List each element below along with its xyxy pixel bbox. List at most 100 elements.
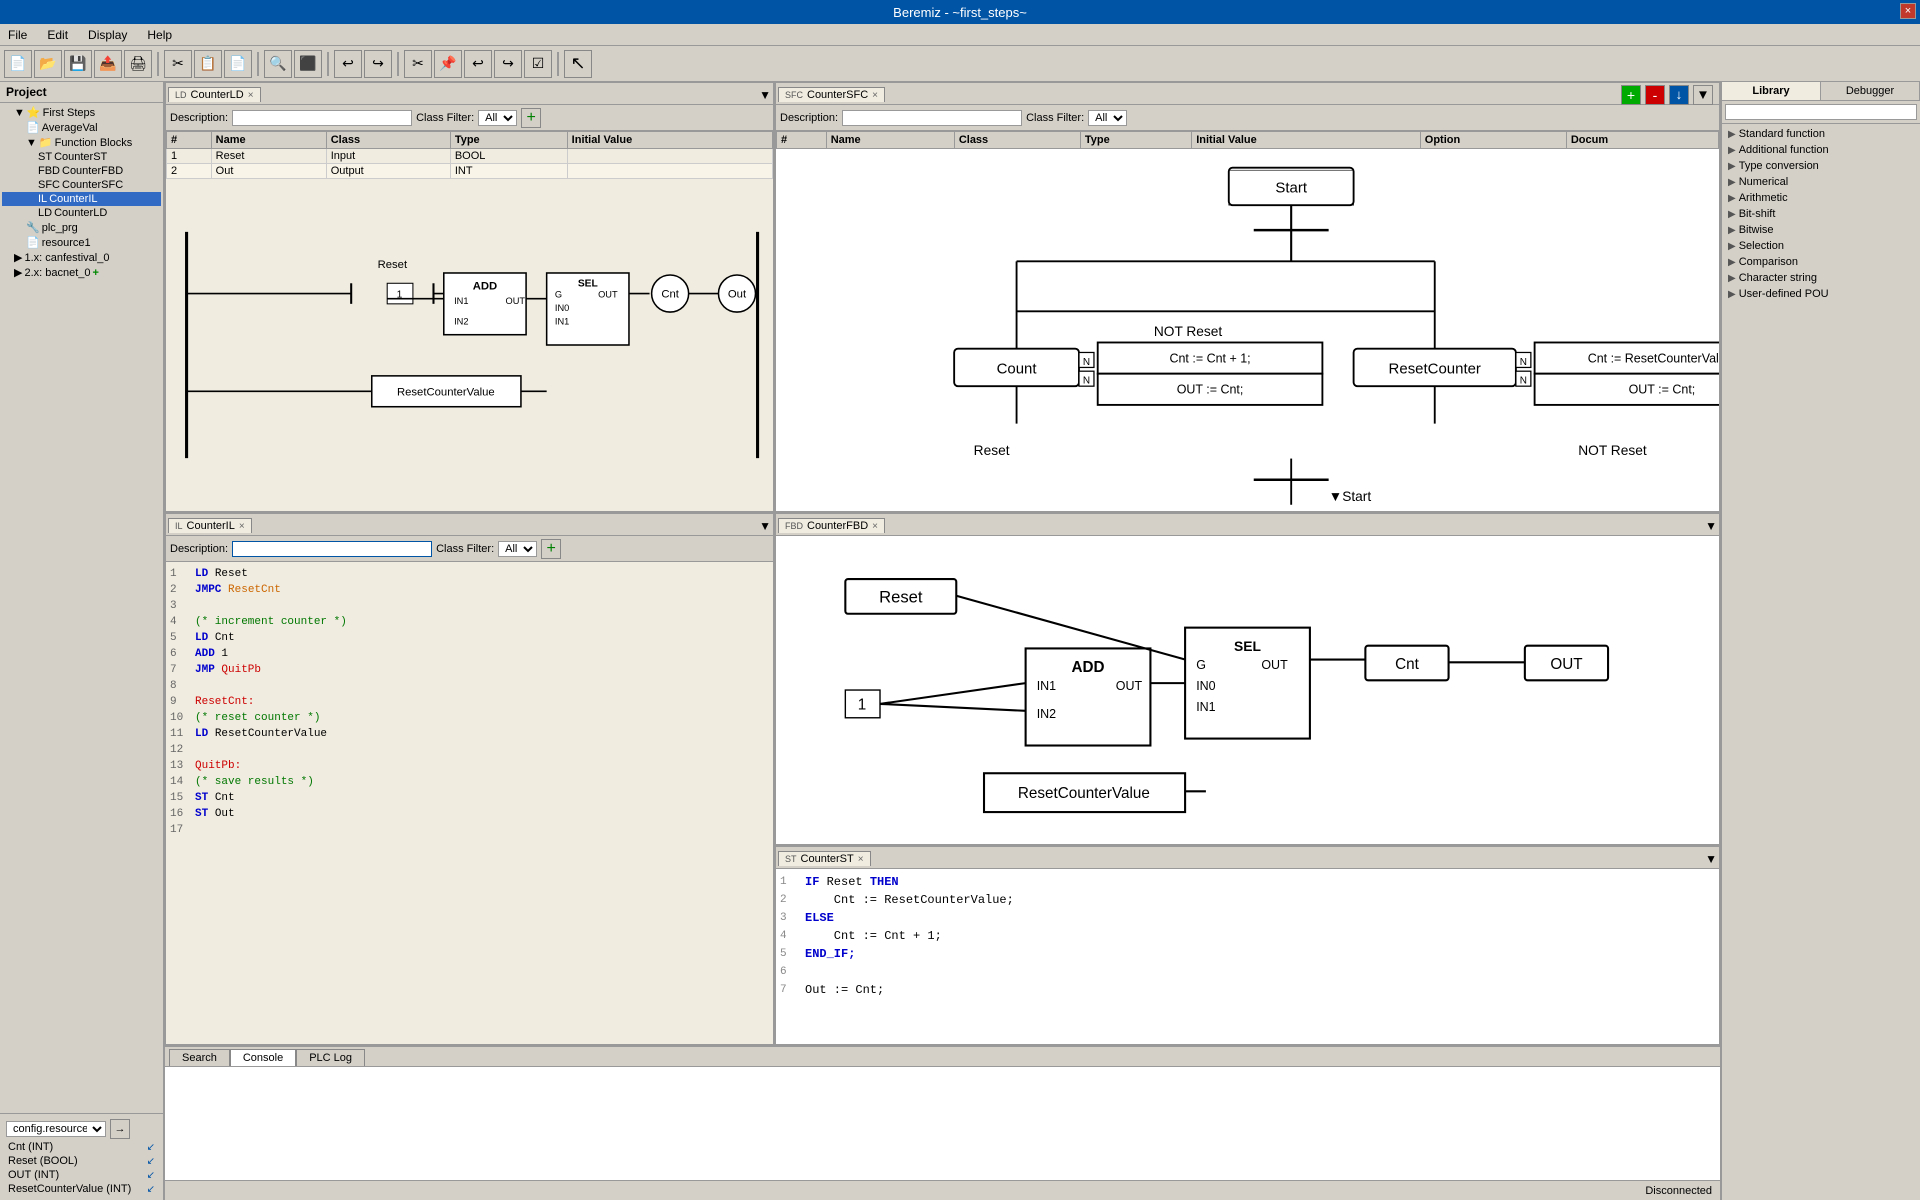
sfc-down-btn[interactable]: ↓ [1669,85,1689,105]
tab-counterld[interactable]: LD CounterLD × [168,87,261,102]
tab-plclog[interactable]: PLC Log [296,1049,365,1066]
tree-item-averageval[interactable]: 📄 AverageVal [2,120,161,135]
tab-countersfc[interactable]: SFC CounterSFC × [778,87,885,102]
sfc-add-btn[interactable]: + [1621,85,1641,105]
lib-item-comparison[interactable]: ▶ Comparison [1724,254,1918,270]
sfc-desc-input[interactable] [842,110,1022,126]
save-button[interactable]: 💾 [64,50,92,78]
tab-label-counterst: CounterST [801,853,854,865]
cursor-button[interactable]: ↖ [564,50,592,78]
paste-button[interactable]: 📄 [224,50,252,78]
lib-item-numerical[interactable]: ▶ Numerical [1724,174,1918,190]
lib-item-label: Bitwise [1739,224,1774,236]
panel-resize-btn[interactable]: ▼ [759,88,771,102]
lib-item-bitshift[interactable]: ▶ Bit-shift [1724,206,1918,222]
tab-counterfbd[interactable]: FBD CounterFBD × [778,518,885,533]
menu-file[interactable]: File [4,27,31,43]
menu-help[interactable]: Help [143,27,176,43]
menu-edit[interactable]: Edit [43,27,72,43]
tab-close-counterst[interactable]: × [858,854,864,865]
lib-item-bitwise[interactable]: ▶ Bitwise [1724,222,1918,238]
tab-search[interactable]: Search [169,1049,230,1066]
tab-label-counterfbd: CounterFBD [807,520,868,532]
st-panel-btn[interactable]: ▼ [1705,852,1717,866]
tab-counteril[interactable]: IL CounterIL × [168,518,252,533]
add-var-button[interactable]: + [521,108,541,128]
tree-label: CounterST [54,151,107,163]
zoom-button[interactable]: ⬛ [294,50,322,78]
lib-item-selection[interactable]: ▶ Selection [1724,238,1918,254]
tab-icon-sfc: SFC [785,90,803,100]
open-button[interactable]: 📂 [34,50,62,78]
tree-item-counteril[interactable]: IL CounterIL [2,192,161,206]
class-filter-select[interactable]: All [478,110,517,126]
il-editor-content[interactable]: 1LD Reset 2JMPC ResetCnt 3 4(* increment… [166,562,773,1044]
copy-button[interactable]: 📋 [194,50,222,78]
sfc-class-filter[interactable]: All [1088,110,1127,126]
titlebar: Beremiz - ~first_steps~ × [0,0,1920,24]
new-button[interactable]: 📄 [4,50,32,78]
lib-item-standard[interactable]: ▶ Standard function [1724,126,1918,142]
lib-item-arithmetic[interactable]: ▶ Arithmetic [1724,190,1918,206]
il-desc-input[interactable] [232,541,432,557]
close-button[interactable]: × [1900,3,1916,19]
pin-button[interactable]: 📌 [434,50,462,78]
il-class-filter[interactable]: All [498,541,537,557]
st-editor-content[interactable]: 1 IF Reset THEN 2 Cnt := ResetCounterVal… [776,869,1719,1044]
tree-item-firststeps[interactable]: ▼ ⭐ First Steps [2,105,161,120]
sfc-collapse-btn[interactable]: ▼ [1693,85,1713,105]
undo-button[interactable]: ↩ [334,50,362,78]
tree-item-canfestival[interactable]: ▶ 1.x: canfestival_0 [2,250,161,265]
menu-display[interactable]: Display [84,27,131,43]
fbd-rcv-label: ResetCounterValue [1018,785,1150,802]
zoom-fit-button[interactable]: 🔍 [264,50,292,78]
scissors-button[interactable]: ✂ [404,50,432,78]
redo-button[interactable]: ↪ [364,50,392,78]
fbd-add-label: ADD [1071,659,1104,676]
config-select[interactable]: config.resource [6,1121,106,1137]
forward-button[interactable]: ↪ [494,50,522,78]
il-line-11: 11LD ResetCounterValue [170,726,769,742]
tree-item-plcprg[interactable]: 🔧 plc_prg [2,220,161,235]
tab-close-counterfbd[interactable]: × [872,521,878,532]
tab-close-counteril[interactable]: × [239,521,245,532]
tree-item-counterfbd[interactable]: FBD CounterFBD [2,164,161,178]
col-class: Class [326,132,450,149]
back-button[interactable]: ↩ [464,50,492,78]
lib-item-charstring[interactable]: ▶ Character string [1724,270,1918,286]
tree-label: CounterSFC [62,179,123,191]
var-arrow-out: ↙ [147,1170,155,1181]
il-add-var-btn[interactable]: + [541,539,561,559]
print-button[interactable]: 🖨 [124,50,152,78]
lib-tree: ▶ Standard function ▶ Additional functio… [1722,124,1920,1200]
fbd-const-1: 1 [858,696,866,713]
check-button[interactable]: ☑ [524,50,552,78]
save-as-button[interactable]: 📤 [94,50,122,78]
tree-item-counterld[interactable]: LD CounterLD [2,206,161,220]
sfc-reset-below: Reset [974,443,1010,458]
main-area: Project ▼ ⭐ First Steps 📄 AverageVal ▼ 📁… [0,82,1920,1200]
var-arrow-reset: ↙ [147,1156,155,1167]
lib-item-typeconversion[interactable]: ▶ Type conversion [1724,158,1918,174]
lib-item-userdefined[interactable]: ▶ User-defined POU [1724,286,1918,302]
cut-button[interactable]: ✂ [164,50,192,78]
tree-item-countersfc[interactable]: SFC CounterSFC [2,178,161,192]
desc-input[interactable] [232,110,412,126]
tree-item-resource1[interactable]: 📄 resource1 [2,235,161,250]
tab-close-countersfc[interactable]: × [872,90,878,101]
tab-counterst[interactable]: ST CounterST × [778,851,871,866]
tree-item-functionblocks[interactable]: ▼ 📁 Function Blocks [2,135,161,150]
tab-debugger[interactable]: Debugger [1821,82,1920,100]
lib-item-additional[interactable]: ▶ Additional function [1724,142,1918,158]
config-go-button[interactable]: → [110,1119,130,1139]
sfc-del-btn[interactable]: - [1645,85,1665,105]
tab-console[interactable]: Console [230,1049,296,1066]
tree-item-counterst[interactable]: ST CounterST [2,150,161,164]
tab-close-counterld[interactable]: × [248,90,254,101]
tab-library[interactable]: Library [1722,82,1821,100]
tree-item-bacnet[interactable]: ▶ 2.x: bacnet_0 + [2,265,161,280]
tab-icon-ld: LD [175,90,187,100]
lib-search-input[interactable] [1725,104,1917,120]
il-panel-btn[interactable]: ▼ [759,519,771,533]
fbd-panel-btn[interactable]: ▼ [1705,519,1717,533]
